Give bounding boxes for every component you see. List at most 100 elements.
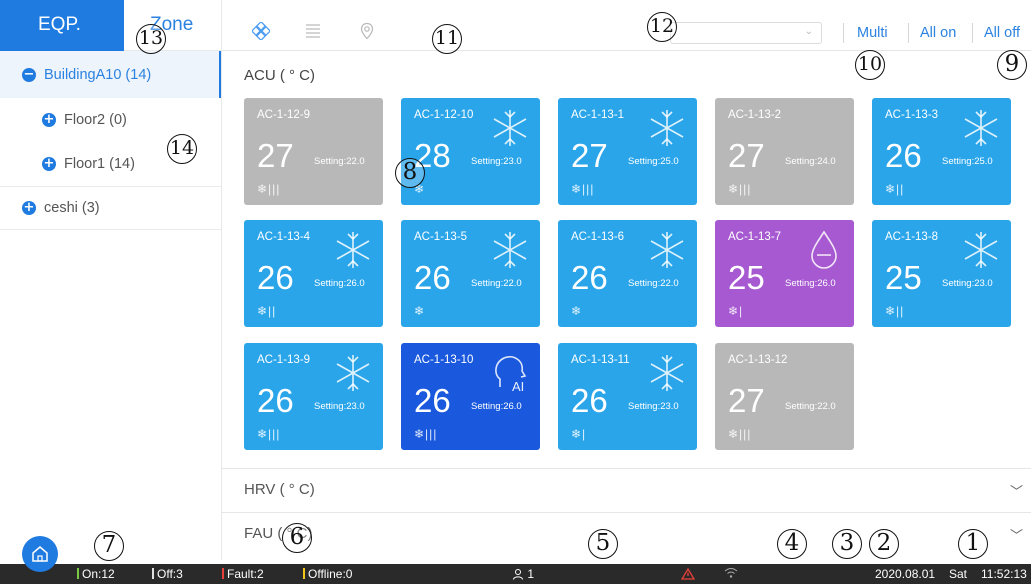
fan-speed-indicator: ❄ xyxy=(571,304,583,318)
ac-unit-card[interactable]: AC-1-13-1 27 Setting:25.0 ❄||| xyxy=(558,98,697,205)
expand-plus-icon[interactable]: + xyxy=(22,201,36,215)
toolbar: ⌄ Multi All on All off xyxy=(222,0,1031,51)
cooling-mode-icon xyxy=(964,232,998,268)
unit-temperature: 27 xyxy=(571,137,608,174)
unit-name: AC-1-13-6 xyxy=(571,231,625,243)
unit-temperature: 27 xyxy=(257,137,294,174)
ac-unit-card[interactable]: AC-1-13-8 25 Setting:23.0 ❄|| xyxy=(872,220,1011,327)
tree-item-buildinga10[interactable]: − BuildingA10 (14) xyxy=(0,51,221,98)
section-hrv[interactable]: HRV ( ° C) ﹀ xyxy=(222,468,1031,510)
unit-name: AC-1-13-11 xyxy=(571,354,630,366)
ac-unit-card[interactable]: AC-1-13-4 26 Setting:26.0 ❄|| xyxy=(244,220,383,327)
cooling-mode-icon xyxy=(336,232,370,268)
ac-unit-card[interactable]: AC-1-13-9 26 Setting:23.0 ❄||| xyxy=(244,343,383,450)
ac-unit-card[interactable]: AC-1-12-10 28 Setting:23.0 ❄ xyxy=(401,98,540,205)
divider xyxy=(972,23,973,43)
tree-item-label: ceshi (3) xyxy=(44,200,100,216)
tree-item-ceshi[interactable]: + ceshi (3) xyxy=(0,186,221,230)
annotation-marker: 13 xyxy=(136,24,166,54)
location-icon[interactable] xyxy=(358,22,376,40)
unit-name: AC-1-12-10 xyxy=(414,109,474,121)
unit-setpoint: Setting:24.0 xyxy=(785,156,836,167)
section-title-acu: ACU ( ° C) xyxy=(244,67,315,84)
cooling-mode-icon xyxy=(493,232,527,268)
svg-text:AI: AI xyxy=(512,379,524,394)
status-off-label: Off:3 xyxy=(157,567,183,581)
unit-setpoint: Setting:22.0 xyxy=(628,278,679,289)
annotation-marker: 10 xyxy=(855,50,885,80)
cooling-mode-icon xyxy=(650,110,684,146)
ac-unit-card[interactable]: AC-1-13-6 26 Setting:22.0 ❄ xyxy=(558,220,697,327)
expand-plus-icon[interactable]: + xyxy=(42,113,56,127)
ac-unit-card[interactable]: AC-1-13-12 27 Setting:22.0 ❄||| xyxy=(715,343,854,450)
unit-setpoint: Setting:25.0 xyxy=(942,156,993,167)
fan-speed-indicator: ❄|| xyxy=(885,182,905,196)
filter-dropdown[interactable]: ⌄ xyxy=(670,22,822,44)
on-indicator xyxy=(77,568,79,579)
section-title-hrv: HRV ( ° C) xyxy=(244,481,315,498)
chevron-down-icon[interactable]: ﹀ xyxy=(1010,481,1023,500)
ac-unit-card[interactable]: AC-1-12-9 27 Setting:22.0 ❄||| xyxy=(244,98,383,205)
home-button[interactable] xyxy=(22,536,58,572)
annotation-marker: 11 xyxy=(432,24,462,54)
expand-plus-icon[interactable]: + xyxy=(42,157,56,171)
tree-item-label: Floor2 (0) xyxy=(64,112,127,128)
unit-temperature: 25 xyxy=(728,259,765,296)
section-fau[interactable]: FAU ( ° C) ﹀ xyxy=(222,512,1031,564)
ac-unit-card[interactable]: AI AC-1-13-10 26 Setting:26.0 ❄||| xyxy=(401,343,540,450)
user-count-label: 1 xyxy=(527,567,535,581)
cooling-mode-icon xyxy=(493,110,527,146)
status-bar: On:12 Off:3 Fault:2 Offline:0 1 2020.08.… xyxy=(0,564,1031,584)
all-off-button[interactable]: All off xyxy=(984,25,1020,41)
annotation-marker: 4 xyxy=(777,529,807,559)
unit-setpoint: Setting:22.0 xyxy=(471,278,522,289)
tree-item-label: Floor1 (14) xyxy=(64,156,135,172)
status-offline-label: Offline:0 xyxy=(308,567,353,581)
unit-setpoint: Setting:26.0 xyxy=(314,278,365,289)
multi-button[interactable]: Multi xyxy=(857,25,888,41)
cooling-mode-icon xyxy=(964,110,998,146)
divider xyxy=(843,23,844,43)
unit-temperature: 26 xyxy=(257,382,294,419)
status-on-label: On:12 xyxy=(82,567,115,581)
fan-speed-indicator: ❄||| xyxy=(257,427,281,441)
wifi-icon[interactable] xyxy=(724,567,738,579)
fan-speed-indicator: ❄| xyxy=(571,427,587,441)
status-weekday: Sat xyxy=(949,567,968,581)
warning-icon[interactable] xyxy=(681,568,695,580)
unit-temperature: 27 xyxy=(728,137,765,174)
annotation-marker: 3 xyxy=(832,529,862,559)
all-on-button[interactable]: All on xyxy=(920,25,956,41)
ac-unit-card[interactable]: AC-1-13-5 26 Setting:22.0 ❄ xyxy=(401,220,540,327)
tab-eqp[interactable]: EQP. xyxy=(0,0,124,51)
cooling-mode-icon xyxy=(336,355,370,391)
user-count[interactable]: 1 xyxy=(512,567,534,581)
fan-speed-indicator: ❄ xyxy=(414,304,426,318)
status-fault-label: Fault:2 xyxy=(227,567,264,581)
unit-temperature: 26 xyxy=(571,259,608,296)
unit-name: AC-1-13-3 xyxy=(885,109,939,121)
annotation-marker: 7 xyxy=(94,531,124,561)
chevron-down-icon[interactable]: ﹀ xyxy=(1010,525,1023,544)
ac-unit-card[interactable]: AC-1-13-11 26 Setting:23.0 ❄| xyxy=(558,343,697,450)
list-view-icon[interactable] xyxy=(304,22,322,40)
unit-setpoint: Setting:26.0 xyxy=(785,278,836,289)
fan-speed-indicator: ❄||| xyxy=(571,182,595,196)
unit-name: AC-1-13-5 xyxy=(414,231,468,243)
unit-temperature: 27 xyxy=(728,382,765,419)
unit-name: AC-1-13-12 xyxy=(728,354,788,366)
unit-temperature: 26 xyxy=(414,259,451,296)
annotation-marker: 6 xyxy=(282,523,312,553)
ac-unit-card[interactable]: AC-1-13-2 27 Setting:24.0 ❄||| xyxy=(715,98,854,205)
unit-name: AC-1-13-7 xyxy=(728,231,782,243)
unit-setpoint: Setting:23.0 xyxy=(314,401,365,412)
home-icon xyxy=(32,546,48,562)
ac-unit-card[interactable]: AC-1-13-3 26 Setting:25.0 ❄|| xyxy=(872,98,1011,205)
annotation-marker: 1 xyxy=(958,529,988,559)
grid-view-icon[interactable] xyxy=(252,22,270,40)
fan-speed-indicator: ❄||| xyxy=(414,427,438,441)
offline-indicator xyxy=(303,568,305,579)
annotation-marker: 14 xyxy=(167,134,197,164)
ac-unit-card[interactable]: AC-1-13-7 25 Setting:26.0 ❄| xyxy=(715,220,854,327)
collapse-minus-icon[interactable]: − xyxy=(22,67,36,82)
